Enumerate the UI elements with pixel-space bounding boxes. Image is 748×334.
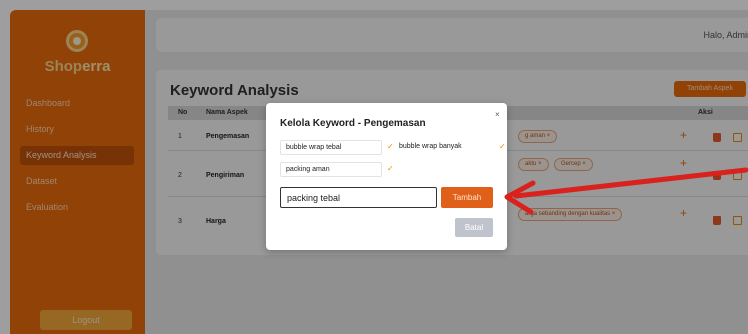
annotation-arrow-icon <box>504 167 748 215</box>
